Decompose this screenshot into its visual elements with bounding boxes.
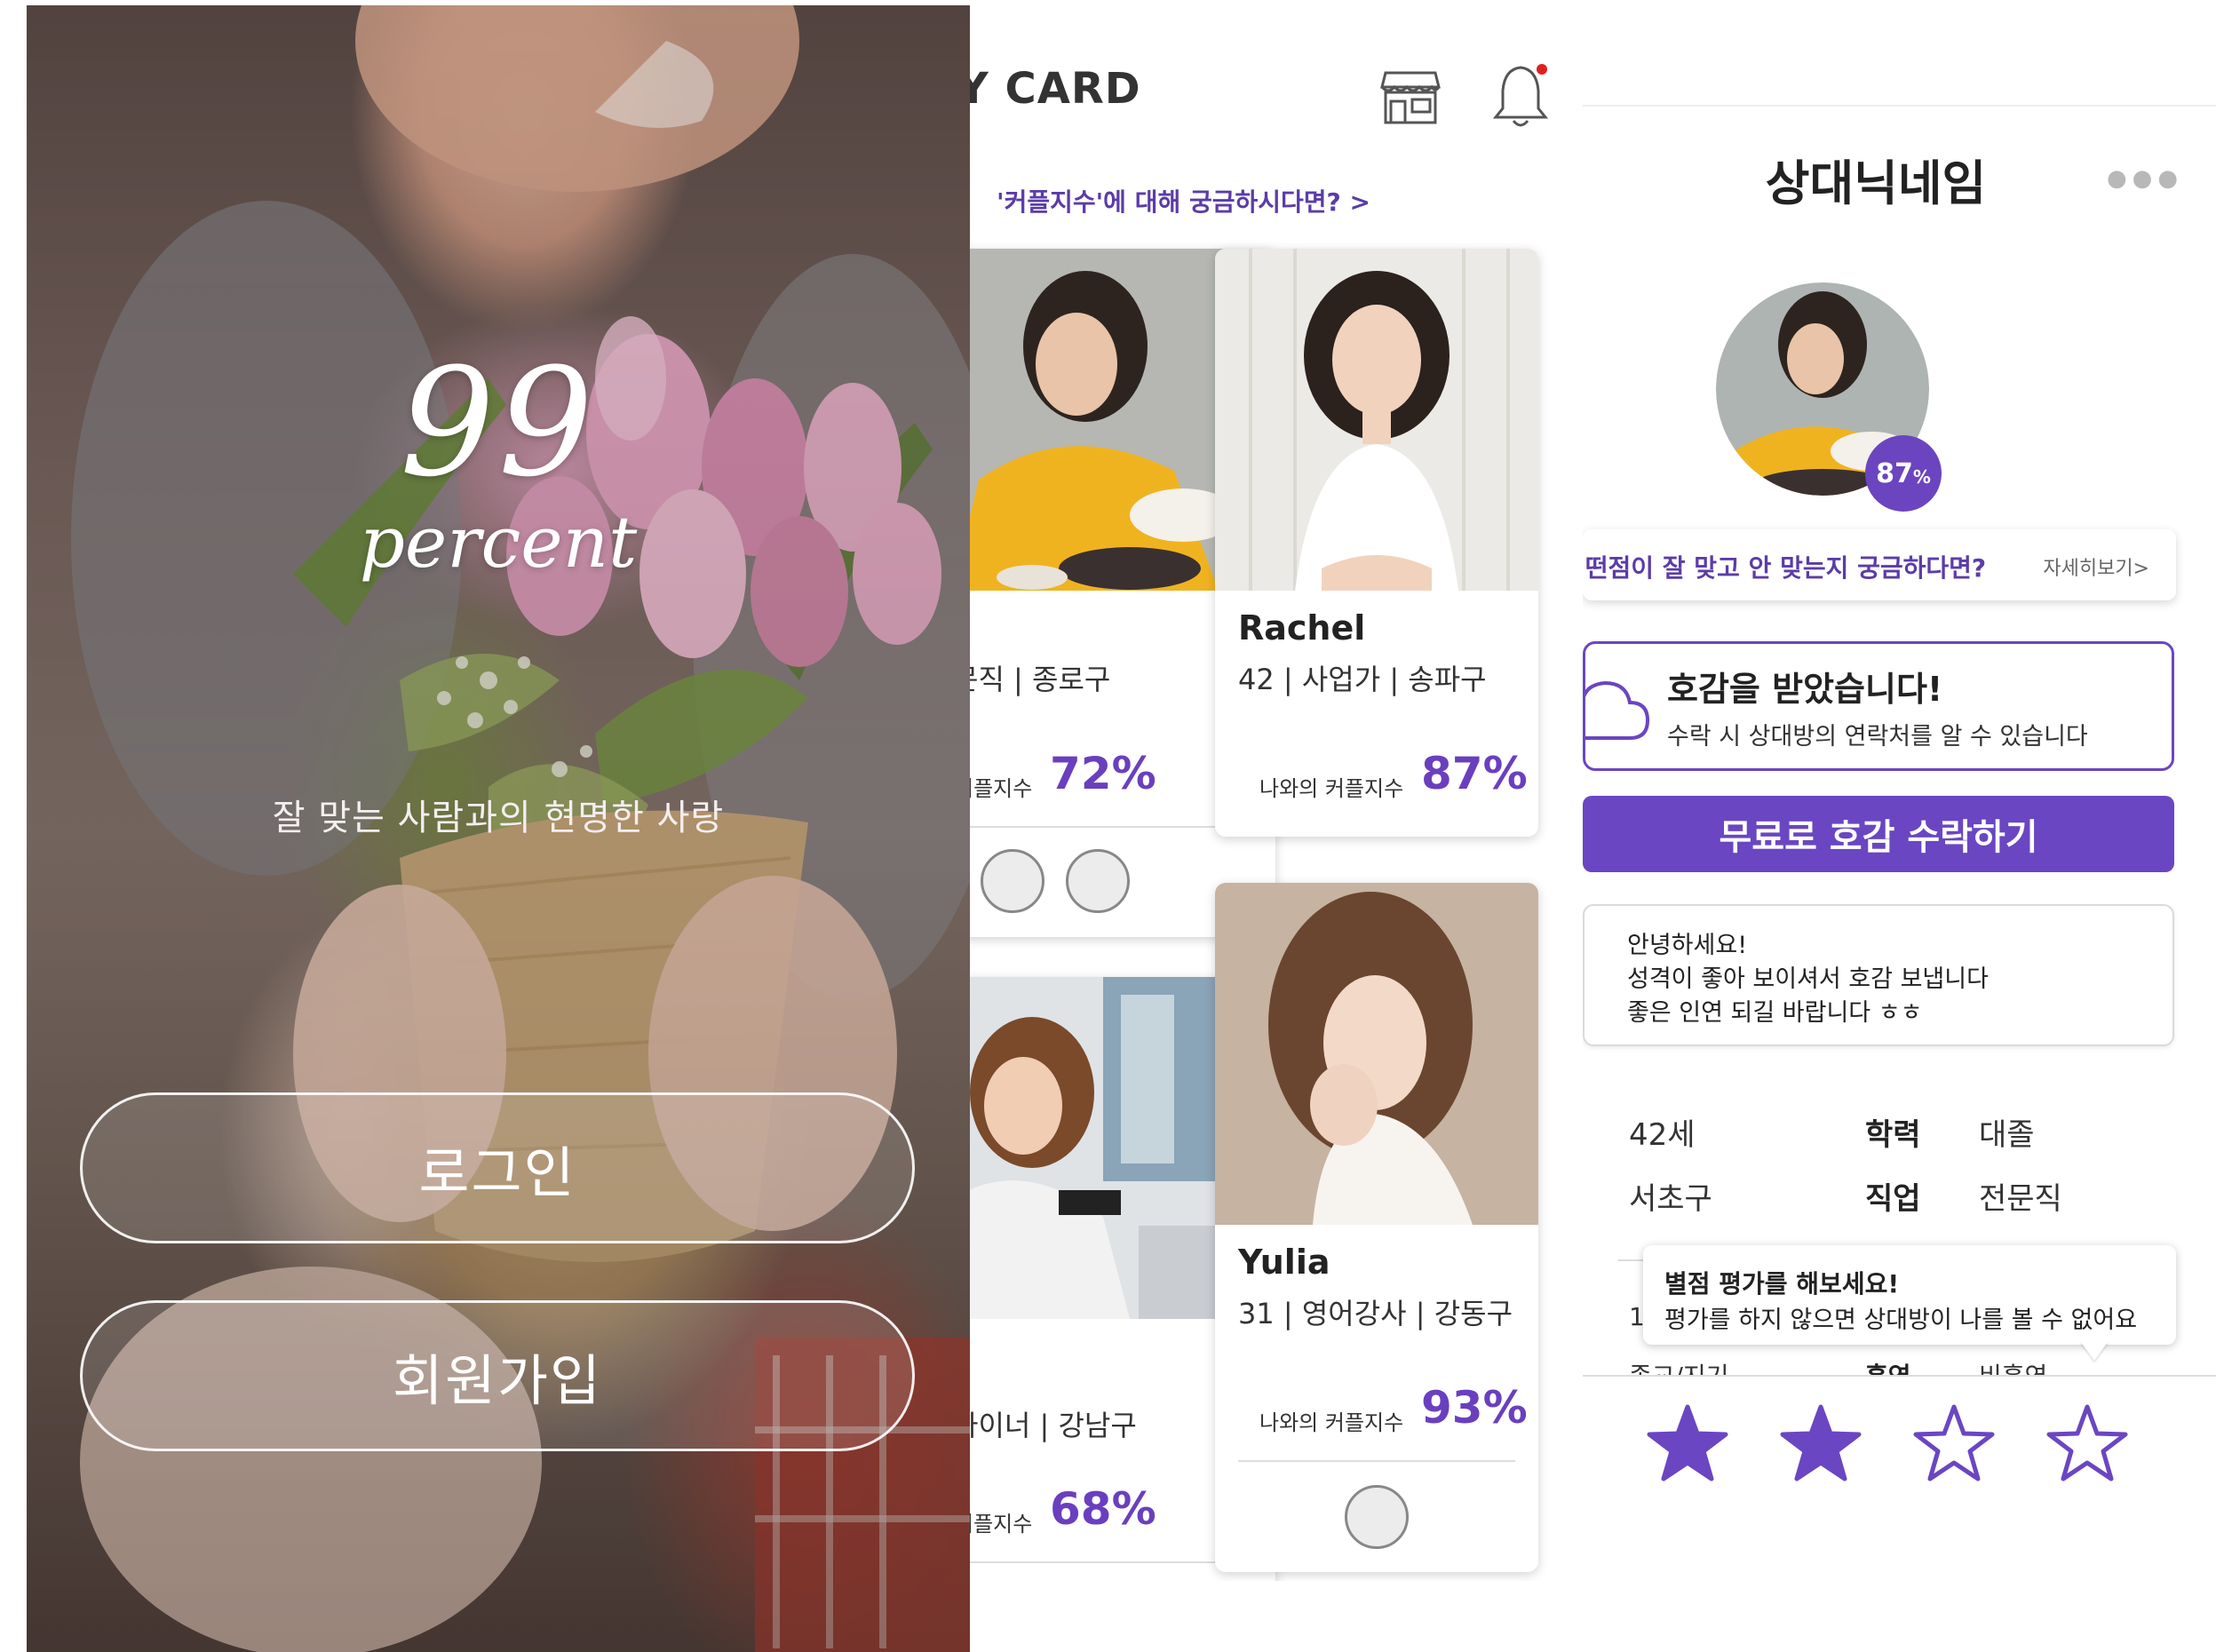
couple-index-value: 68% <box>1050 1483 1156 1535</box>
store-icon[interactable] <box>1378 64 1442 128</box>
tooltip-tail <box>2080 1341 2109 1361</box>
star-filled-icon[interactable] <box>1645 1402 1730 1487</box>
divider <box>1238 1460 1515 1462</box>
profile-card[interactable]: Yulia 31 | 영어강사 | 강동구 나와의 커플지수 93% <box>1215 883 1538 1572</box>
profile-meta: 42 | 사업가 | 송파구 <box>1238 663 1487 696</box>
avatar: 87% <box>1716 282 1942 512</box>
job-label: 직업 <box>1865 1181 1921 1217</box>
education-value: 대졸 <box>1979 1117 2035 1153</box>
rating-tooltip-text: 평가를 하지 않으면 상대방이 나를 볼 수 없어요 <box>1664 1307 2138 1334</box>
cloud-icon <box>1583 680 1650 740</box>
match-percent-unit: % <box>1912 466 1931 488</box>
logo-word: percent <box>359 501 638 584</box>
couple-index-label: 나와의 커플지수 <box>1259 776 1404 801</box>
compatibility-banner[interactable]: !떤점이 잘 맞고 안 맞는지 궁금하다면? 자세히보기> <box>1583 529 2176 600</box>
star-empty-icon[interactable] <box>1911 1402 1997 1487</box>
like-received-subtitle: 수락 시 상대방의 연락처를 알 수 있습니다 <box>1667 723 2088 751</box>
message-line: 안녕하세요! <box>1627 932 1748 959</box>
bell-icon[interactable] <box>1485 59 1556 133</box>
like-received-box: 호감을 받았습니다! 수락 시 상대방의 연락처를 알 수 있습니다 <box>1583 641 2174 771</box>
profile-meta: 문직 | 종로구 <box>970 663 1111 696</box>
rating-tooltip-title: 별점 평가를 해보세요! <box>1664 1269 1900 1299</box>
message-line: 좋은 인연 되길 바랍니다 ㅎㅎ <box>1627 999 1923 1027</box>
divider <box>970 826 1254 828</box>
couple-index-label: 나와의 커플지수 <box>1259 1410 1404 1435</box>
app-title: Y CARD <box>970 64 1141 114</box>
message-line: 성격이 좋아 보이셔서 호감 보냅니다 <box>1627 965 1989 993</box>
job-value: 전문직 <box>1979 1181 2062 1217</box>
profile-photo <box>1215 249 1538 591</box>
tagline: 잘 맞는 사람과의 현명한 사랑 <box>272 798 725 838</box>
action-circle[interactable] <box>1066 849 1130 913</box>
couple-index-value: 72% <box>1050 748 1156 799</box>
star-filled-icon[interactable] <box>1778 1402 1863 1487</box>
logo-number: 99 <box>400 336 597 510</box>
message-box: 안녕하세요! 성격이 좋아 보이셔서 호감 보냅니다 좋은 인연 되길 바랍니다… <box>1583 904 2174 1046</box>
nickname-title: 상대닉네임 <box>1765 155 1987 211</box>
divider <box>1583 1375 2216 1377</box>
header-divider <box>1583 105 2216 107</box>
couple-index-value: 87% <box>1421 748 1528 799</box>
district-value: 서초구 <box>1629 1181 1712 1217</box>
card-list-screen: Y CARD '커플지수'에 대해 궁금하시다면? > 문직 | 종로구 커플지… <box>970 0 1583 1581</box>
action-circle[interactable] <box>1345 1485 1409 1549</box>
profile-name: Yulia <box>1238 1243 1330 1282</box>
action-circle[interactable] <box>981 849 1044 913</box>
couple-index-label: 커플지수 <box>970 776 1033 801</box>
like-received-title: 호감을 받았습니다! <box>1667 670 1943 709</box>
divider <box>970 1561 1254 1563</box>
match-percent-value: 87 <box>1876 457 1913 489</box>
compatibility-question: !떤점이 잘 맞고 안 맞는지 궁금하다면? <box>1583 553 1987 583</box>
profile-card[interactable]: Rachel 42 | 사업가 | 송파구 나와의 커플지수 87% <box>1215 249 1538 837</box>
profile-meta: 자이너 | 강남구 <box>970 1409 1137 1442</box>
profile-name: Rachel <box>1238 608 1366 647</box>
partial-info: 비흡연 <box>1979 1357 2047 1375</box>
age-value: 42세 <box>1629 1117 1696 1153</box>
star-empty-icon[interactable] <box>2045 1402 2130 1487</box>
partial-info: 흡연 <box>1865 1357 1911 1375</box>
detail-link[interactable]: 자세히보기> <box>2043 552 2149 581</box>
more-options-icon[interactable]: ●●● <box>2107 165 2183 192</box>
login-button[interactable]: 로그인 <box>80 1092 915 1243</box>
education-label: 학력 <box>1865 1117 1921 1153</box>
signup-button[interactable]: 회원가입 <box>80 1300 915 1451</box>
partial-info: 종교/지기 <box>1629 1357 1728 1375</box>
rating-tooltip: 별점 평가를 해보세요! 평가를 하지 않으면 상대방이 나를 볼 수 없어요 <box>1643 1245 2176 1361</box>
profile-detail-screen: 상대닉네임 ●●● 87% !떤점이 잘 맞고 안 맞는지 궁금하다면? 자세히… <box>1583 0 2216 1652</box>
couple-index-value: 93% <box>1421 1382 1528 1434</box>
login-screen: 99 percent 잘 맞는 사람과의 현명한 사랑 로그인 회원가입 <box>27 5 970 1652</box>
couple-index-label: 커플지수 <box>970 1512 1033 1537</box>
accept-like-button[interactable]: 무료로 호감 수락하기 <box>1583 796 2174 872</box>
profile-meta: 31 | 영어강사 | 강동구 <box>1238 1297 1513 1330</box>
partial-info-row: 종교/지기 흡연 비흡연 <box>1583 1339 2216 1375</box>
match-percent-badge: 87% <box>1865 435 1942 512</box>
profile-photo <box>1215 883 1538 1225</box>
couple-index-help-link[interactable]: '커플지수'에 대해 궁금하시다면? > <box>997 183 1370 218</box>
app-title-text: CARD <box>1005 64 1141 114</box>
